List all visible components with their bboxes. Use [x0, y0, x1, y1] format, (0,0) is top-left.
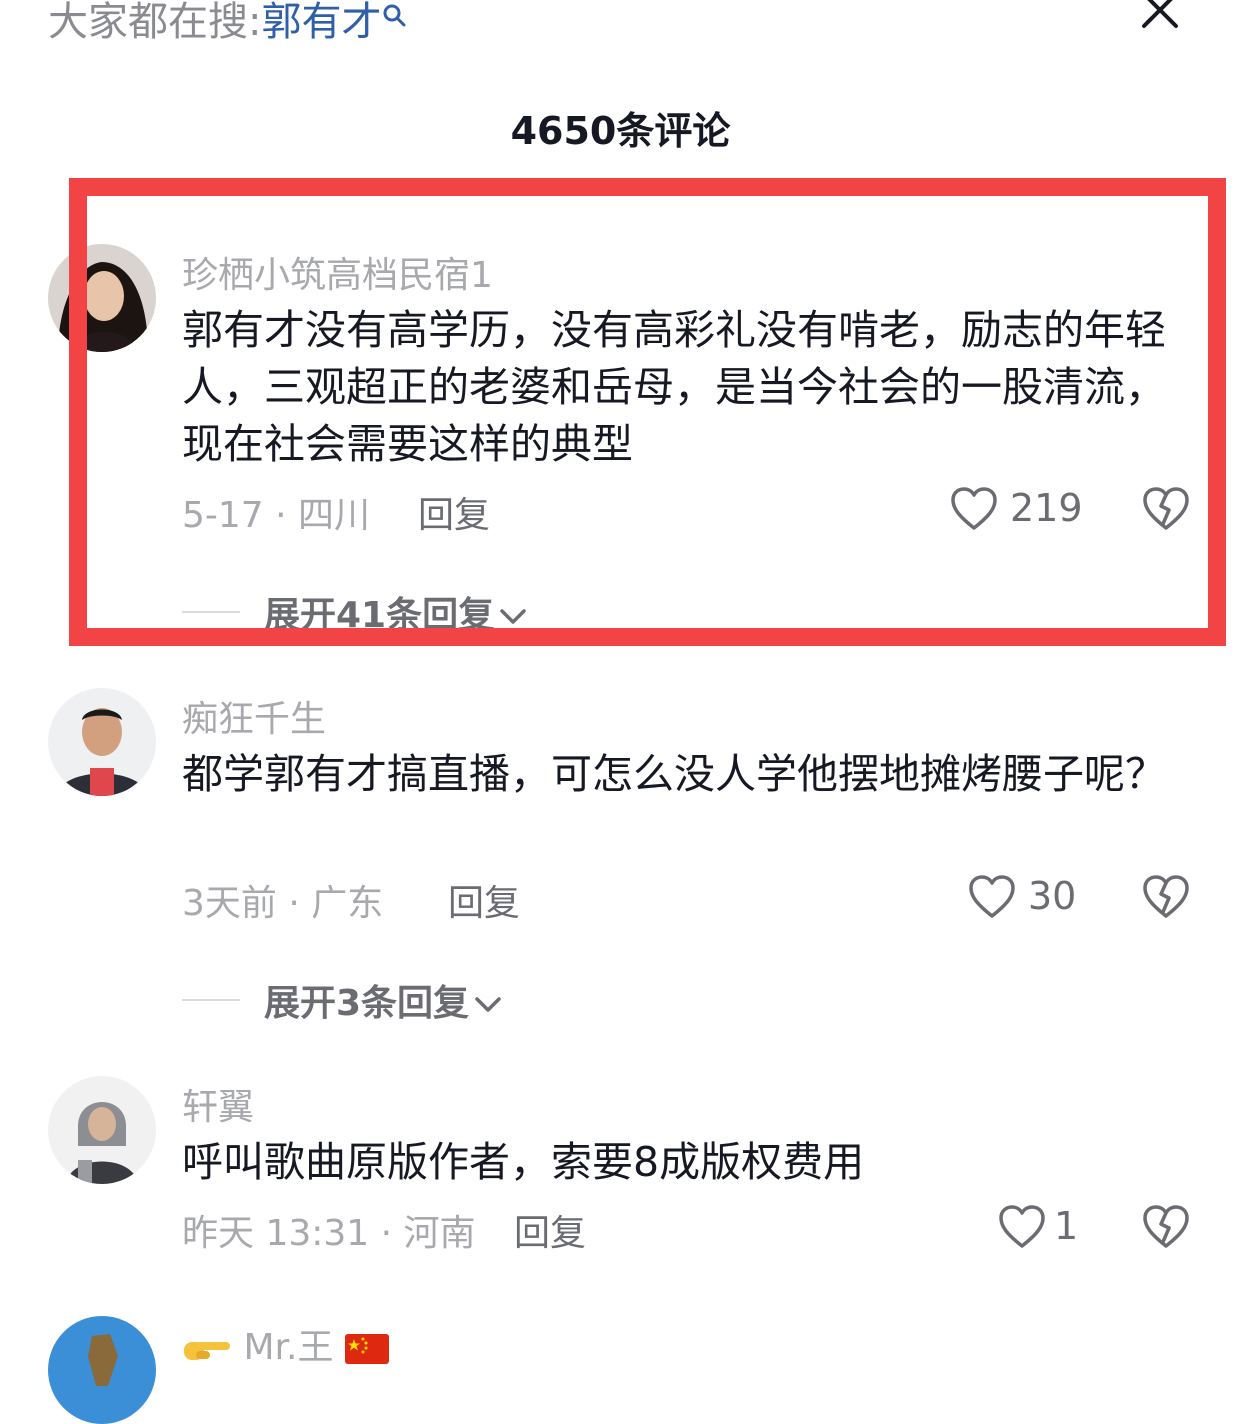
comment-username-row[interactable]: Mr.王 — [182, 1318, 389, 1370]
comment-meta: 昨天 13:31 · 河南 — [182, 1213, 476, 1254]
comment-meta: 5-17 · 四川 — [182, 495, 371, 536]
trending-search[interactable]: 大家都在搜:郭有才 — [48, 0, 409, 48]
heart-icon — [999, 1205, 1045, 1248]
avatar[interactable] — [48, 1316, 156, 1424]
divider — [182, 999, 240, 1001]
comment-text[interactable]: 呼叫歌曲原版作者，索要8成版权费用 — [182, 1134, 1182, 1191]
china-flag-icon — [344, 1334, 389, 1364]
reply-button[interactable]: 回复 — [418, 486, 490, 538]
like-count: 1 — [1054, 1204, 1079, 1248]
dislike-icon[interactable] — [1142, 486, 1190, 532]
chevron-down-icon — [475, 997, 501, 1012]
reply-button[interactable]: 回复 — [448, 874, 520, 926]
trending-search-prefix: 大家都在搜: — [48, 0, 262, 45]
pointing-hand-icon — [184, 1342, 230, 1360]
like-button[interactable]: 1 — [998, 1204, 1088, 1252]
comment-text[interactable]: 都学郭有才搞直播，可怎么没人学他摆地摊烤腰子呢？ — [182, 746, 1182, 803]
like-count: 30 — [1028, 874, 1077, 918]
comment-username[interactable]: 珍栖小筑高档民宿1 — [182, 246, 493, 298]
heart-icon — [969, 875, 1015, 918]
search-icon[interactable] — [381, 2, 409, 30]
avatar[interactable] — [48, 244, 156, 352]
trending-search-keyword[interactable]: 郭有才 — [261, 0, 381, 45]
reply-button[interactable]: 回复 — [514, 1204, 586, 1256]
close-icon[interactable] — [1132, 0, 1188, 34]
chevron-down-icon — [500, 609, 526, 624]
comment-text[interactable]: 郭有才没有高学历，没有高彩礼没有啃老，励志的年轻人，三观超正的老婆和岳母，是当今… — [182, 302, 1182, 473]
top-bar: 大家都在搜:郭有才 — [0, 0, 1241, 60]
like-button[interactable]: 219 — [950, 486, 1090, 534]
avatar[interactable] — [48, 688, 156, 796]
divider — [182, 611, 240, 613]
comment-meta: 3天前 · 广东 — [182, 883, 384, 924]
dislike-icon[interactable] — [1142, 1204, 1190, 1250]
dislike-icon[interactable] — [1142, 874, 1190, 920]
expand-replies-label: 展开3条回复 — [264, 983, 470, 1024]
expand-replies-label: 展开41条回复 — [264, 595, 495, 636]
like-count: 219 — [1010, 486, 1083, 530]
like-button[interactable]: 30 — [968, 874, 1088, 922]
comment-username[interactable]: 痴狂千生 — [182, 690, 326, 742]
avatar[interactable] — [48, 1076, 156, 1184]
heart-icon — [951, 487, 997, 530]
comment-username: Mr.王 — [243, 1327, 334, 1368]
comment-count-title: 4650条评论 — [510, 109, 731, 153]
comment-username[interactable]: 轩翼 — [182, 1078, 254, 1130]
